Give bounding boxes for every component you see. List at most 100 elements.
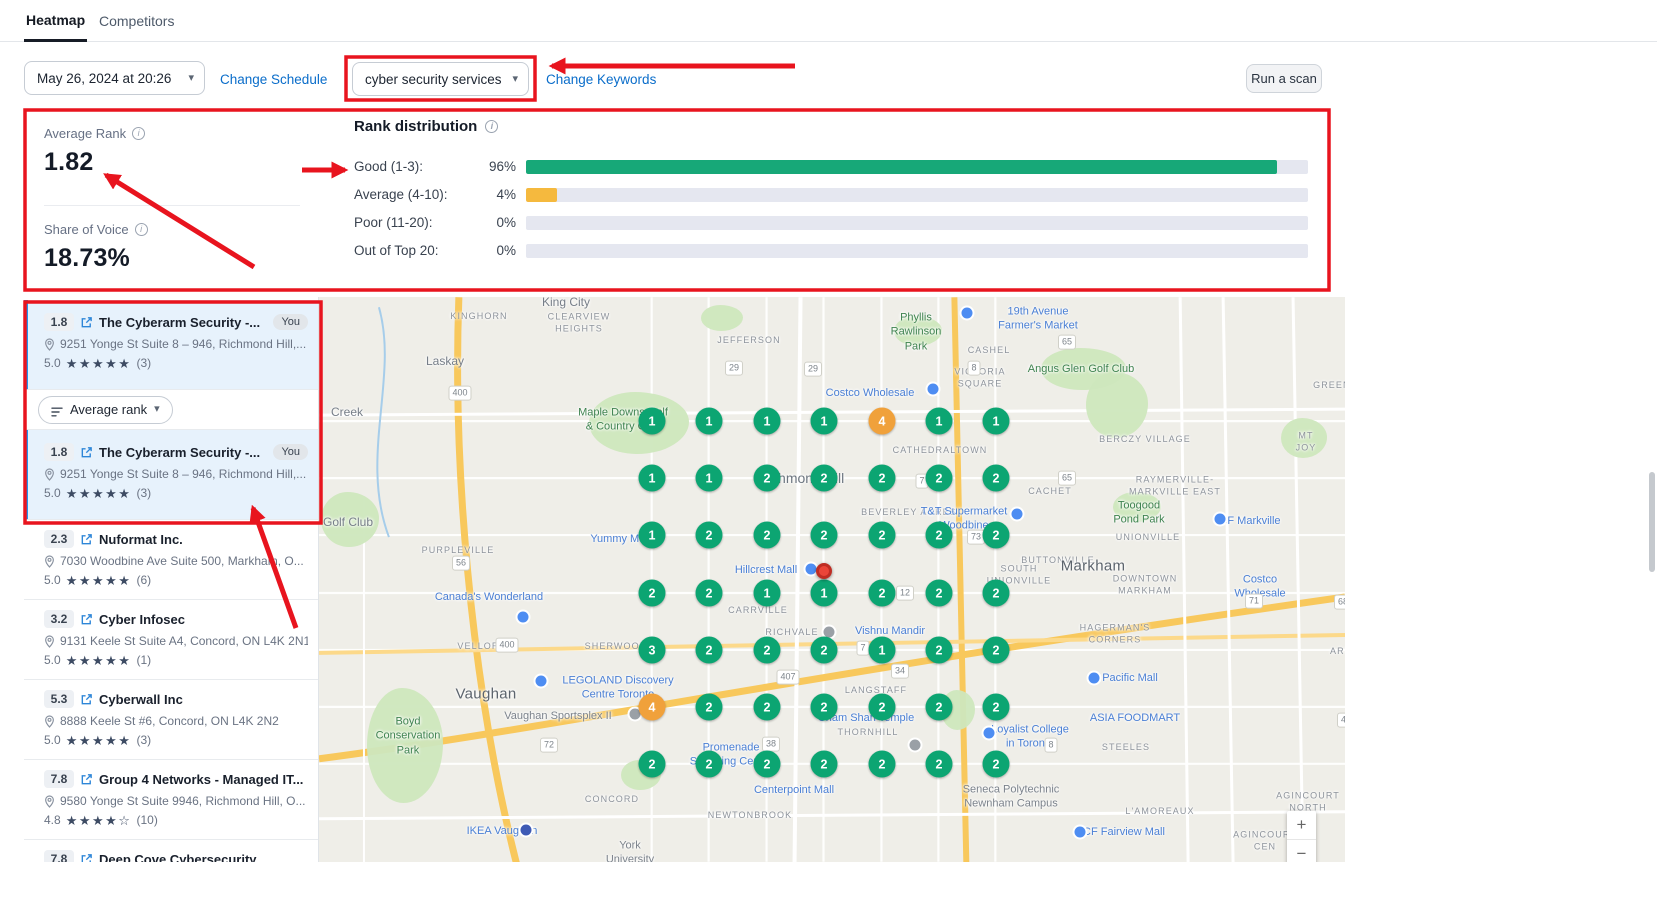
list-item[interactable]: 1.8The Cyberarm Security -...You9251 Yon… (24, 300, 318, 390)
map-rank-marker[interactable]: 2 (983, 465, 1010, 492)
map-rank-marker[interactable]: 1 (754, 408, 781, 435)
map-rank-marker[interactable]: 2 (983, 751, 1010, 778)
tab-heatmap[interactable]: Heatmap (24, 0, 87, 42)
map-rank-marker[interactable]: 1 (811, 580, 838, 607)
map-rank-marker[interactable]: 1 (983, 408, 1010, 435)
map-rank-marker[interactable]: 2 (696, 637, 723, 664)
info-icon[interactable]: i (132, 127, 145, 140)
map-poi-icon (910, 740, 921, 751)
business-name[interactable]: Cyberwall Inc (99, 692, 308, 707)
share-of-voice-stat: Share of Voice i 18.73% (44, 222, 148, 273)
map-rank-marker[interactable]: 2 (811, 694, 838, 721)
map-rank-marker[interactable]: 1 (869, 637, 896, 664)
map-rank-marker[interactable]: 2 (983, 637, 1010, 664)
map-rank-marker[interactable]: 2 (754, 465, 781, 492)
dist-row-label: Poor (11-20): (354, 215, 472, 230)
map-rank-marker[interactable]: 2 (926, 522, 953, 549)
info-icon[interactable]: i (135, 223, 148, 236)
external-link-icon[interactable] (80, 853, 93, 863)
business-name[interactable]: The Cyberarm Security -... (99, 445, 267, 460)
map-poi-icon (1075, 827, 1086, 838)
sort-dropdown[interactable]: Average rank▾ (38, 396, 173, 424)
map-rank-marker[interactable]: 4 (639, 694, 666, 721)
business-name[interactable]: Nuformat Inc. (99, 532, 308, 547)
review-count: (6) (136, 573, 151, 587)
map-rank-marker[interactable]: 3 (639, 637, 666, 664)
map-rank-marker[interactable]: 2 (926, 465, 953, 492)
external-link-icon[interactable] (80, 693, 93, 706)
list-item[interactable]: 3.2Cyber Infosec9131 Keele St Suite A4, … (24, 600, 318, 680)
map-rank-marker[interactable]: 2 (811, 465, 838, 492)
map-rank-marker[interactable]: 1 (696, 408, 723, 435)
map-rank-marker[interactable]: 2 (869, 522, 896, 549)
zoom-in-button[interactable]: + (1287, 811, 1316, 839)
rank-badge: 1.8 (44, 313, 74, 331)
list-item[interactable]: 5.3Cyberwall Inc8888 Keele St #6, Concor… (24, 680, 318, 760)
business-address: 9580 Yonge St Suite 9946, Richmond Hill,… (60, 794, 306, 808)
map-rank-marker[interactable]: 2 (926, 751, 953, 778)
map-rank-marker[interactable]: 2 (869, 751, 896, 778)
map-rank-marker[interactable]: 2 (811, 751, 838, 778)
map-rank-marker[interactable]: 1 (639, 522, 666, 549)
star-rating: ★★★★★ (66, 357, 132, 370)
map-rank-marker[interactable]: 2 (811, 637, 838, 664)
map-rank-marker[interactable]: 2 (754, 751, 781, 778)
list-item[interactable]: 1.8The Cyberarm Security -...You9251 Yon… (24, 430, 318, 520)
zoom-out-button[interactable]: − (1287, 840, 1316, 862)
map-rank-marker[interactable]: 4 (869, 408, 896, 435)
map-rank-marker[interactable]: 2 (696, 580, 723, 607)
map-rank-marker[interactable]: 2 (754, 637, 781, 664)
business-address: 8888 Keele St #6, Concord, ON L4K 2N2 (60, 714, 279, 728)
map-rank-marker[interactable]: 2 (983, 522, 1010, 549)
map-rank-marker[interactable]: 2 (754, 522, 781, 549)
change-schedule-link[interactable]: Change Schedule (220, 72, 327, 87)
change-keywords-link[interactable]: Change Keywords (546, 72, 656, 87)
map-canvas[interactable]: + − King CityKINGHORNCLEARVIEW HEIGHTSLa… (318, 297, 1345, 862)
list-item[interactable]: 2.3Nuformat Inc.7030 Woodbine Ave Suite … (24, 520, 318, 600)
map-rank-marker[interactable]: 1 (926, 408, 953, 435)
map-rank-marker[interactable]: 2 (696, 694, 723, 721)
page-scrollbar[interactable] (1649, 472, 1655, 572)
map-rank-marker[interactable]: 1 (754, 580, 781, 607)
star-rating: ★★★★☆ (66, 814, 132, 827)
map-rank-marker[interactable]: 2 (639, 580, 666, 607)
map-rank-marker[interactable]: 2 (926, 694, 953, 721)
map-rank-marker[interactable]: 1 (696, 465, 723, 492)
map-rank-marker[interactable]: 2 (696, 522, 723, 549)
external-link-icon[interactable] (80, 533, 93, 546)
map-rank-marker[interactable]: 1 (639, 465, 666, 492)
map-rank-marker[interactable]: 2 (696, 751, 723, 778)
business-name[interactable]: Cyber Infosec (99, 612, 308, 627)
map-rank-marker[interactable]: 2 (983, 694, 1010, 721)
business-name[interactable]: Deep Cove Cybersecurity (99, 852, 308, 863)
map-rank-marker[interactable]: 2 (754, 694, 781, 721)
tab-competitors[interactable]: Competitors (97, 0, 176, 42)
keyword-select[interactable]: cyber security services ▾ (352, 62, 529, 96)
run-scan-button[interactable]: Run a scan (1246, 64, 1322, 93)
list-item[interactable]: 7.8Deep Cove Cybersecurity (24, 840, 318, 862)
map-rank-marker[interactable]: 2 (983, 580, 1010, 607)
map-poi-icon (962, 308, 973, 319)
map-rank-marker[interactable]: 2 (811, 522, 838, 549)
map-rank-marker[interactable]: 2 (869, 580, 896, 607)
info-icon[interactable]: i (485, 120, 498, 133)
date-select[interactable]: May 26, 2024 at 20:26 ▾ (24, 61, 205, 95)
map-rank-marker[interactable]: 1 (811, 408, 838, 435)
map-rank-marker[interactable]: 2 (926, 580, 953, 607)
map-rank-marker[interactable]: 2 (926, 637, 953, 664)
dist-bar-fill (526, 160, 1277, 174)
map-rank-marker[interactable]: 2 (639, 751, 666, 778)
map-rank-marker[interactable]: 2 (869, 694, 896, 721)
map-rank-marker[interactable]: 1 (639, 408, 666, 435)
location-pin-icon (44, 338, 55, 351)
business-name[interactable]: The Cyberarm Security -... (99, 315, 267, 330)
external-link-icon[interactable] (80, 613, 93, 626)
list-item-header: 7.8Group 4 Networks - Managed IT... (44, 770, 308, 788)
heatmap-page: Heatmap Competitors May 26, 2024 at 20:2… (0, 0, 1657, 909)
external-link-icon[interactable] (80, 446, 93, 459)
map-rank-marker[interactable]: 2 (869, 465, 896, 492)
external-link-icon[interactable] (80, 773, 93, 786)
external-link-icon[interactable] (80, 316, 93, 329)
business-name[interactable]: Group 4 Networks - Managed IT... (99, 772, 308, 787)
list-item[interactable]: 7.8Group 4 Networks - Managed IT... 9580 … (24, 760, 318, 840)
